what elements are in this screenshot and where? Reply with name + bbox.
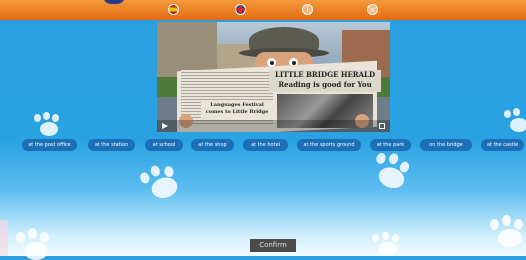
close-icon[interactable]: ×: [367, 4, 378, 15]
answer-options: at the post office at the station at sch…: [0, 139, 526, 151]
top-bar: [0, 0, 526, 20]
option-park[interactable]: at the park: [370, 139, 411, 151]
video-controls: [157, 120, 390, 132]
newspaper-title: LITTLE BRIDGE HERALD: [274, 70, 376, 79]
uk-flag-icon[interactable]: [235, 4, 246, 15]
play-icon[interactable]: [162, 123, 168, 129]
spanish-flag-icon[interactable]: [168, 4, 179, 15]
confirm-button[interactable]: Confirm: [250, 239, 296, 252]
option-sports-ground[interactable]: at the sports ground: [297, 139, 361, 151]
option-shop[interactable]: at the shop: [191, 139, 234, 151]
option-school[interactable]: at school: [145, 139, 183, 151]
decorative-edge: [0, 220, 8, 256]
option-post-office[interactable]: at the post office: [22, 139, 77, 151]
option-castle[interactable]: at the castle: [481, 139, 524, 151]
video-player[interactable]: LITTLE BRIDGE HERALD Reading is good for…: [157, 22, 390, 132]
newspaper-story-headline: Languages Festival comes to Little Bridg…: [201, 102, 273, 120]
option-station[interactable]: at the station: [88, 139, 135, 151]
top-tab: [103, 0, 125, 4]
newspaper-subtitle: Reading is good for You: [278, 80, 372, 89]
newspaper-masthead: LITTLE BRIDGE HERALD Reading is good for…: [269, 70, 381, 92]
info-icon[interactable]: i: [302, 4, 313, 15]
option-bridge[interactable]: on the bridge: [420, 139, 472, 151]
fullscreen-icon[interactable]: [379, 123, 385, 129]
option-hotel[interactable]: at the hotel: [243, 139, 288, 151]
